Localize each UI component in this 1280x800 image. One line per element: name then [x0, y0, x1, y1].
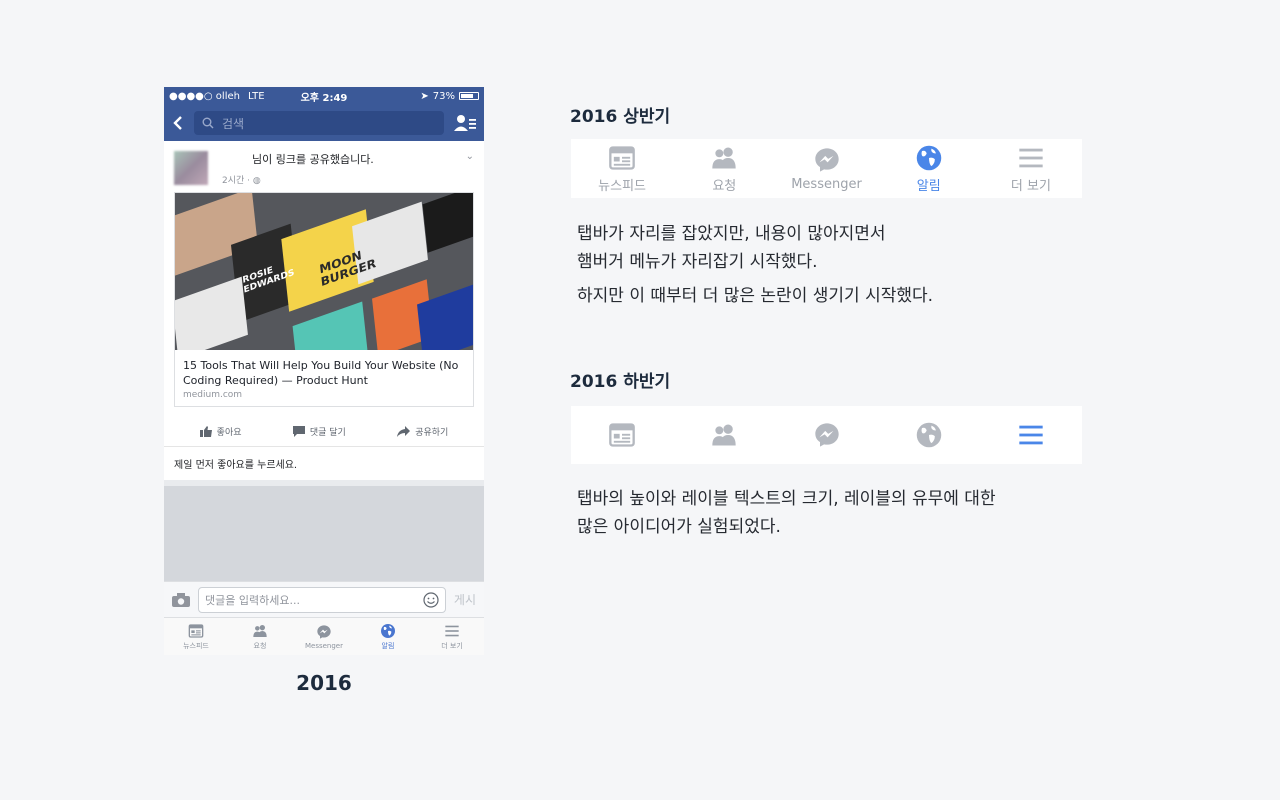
tab-messenger[interactable]: Messenger: [775, 139, 877, 198]
share-icon: [397, 426, 411, 437]
messenger-icon: [316, 624, 332, 640]
tab-newsfeed[interactable]: [571, 406, 673, 464]
globe-small-icon: ◍: [252, 176, 261, 186]
comment-icon: [292, 426, 305, 437]
globe-icon: [915, 144, 943, 172]
description-h1-line1: 탭바가 자리를 잡았지만, 내용이 많아지면서: [577, 224, 886, 244]
friends-icon: [252, 623, 268, 639]
tab-friends[interactable]: 요청: [673, 139, 775, 198]
network-label: LTE: [247, 90, 265, 102]
tab-label: 더 보기: [1010, 178, 1051, 194]
share-label: 공유하기: [415, 428, 449, 438]
feed-post: 님이 링크를 공유했습니다. 2시간 · ◍ ⌄ MOON BURGER ROS…: [164, 141, 484, 480]
description-h2-line2: 많은 아이디어가 실험되었다.: [577, 517, 781, 537]
tab-globe[interactable]: [878, 406, 980, 464]
tab-label: 요청: [253, 641, 267, 650]
section-title-h1: 2016 상반기: [570, 107, 671, 127]
camera-icon[interactable]: [172, 592, 190, 607]
tab-label: Messenger: [791, 176, 862, 192]
tab-messenger[interactable]: [775, 406, 877, 464]
section-title-h2: 2016 하반기: [570, 372, 671, 392]
comment-input[interactable]: 댓글을 입력하세요...: [198, 586, 446, 613]
menu-icon: [1017, 144, 1045, 172]
tab-messenger[interactable]: Messenger: [292, 618, 356, 655]
search-icon: [202, 117, 214, 129]
tab-label: 알림: [381, 641, 395, 650]
link-title: 15 Tools That Will Help You Build Your W…: [183, 359, 459, 387]
tab-label: 뉴스피드: [598, 178, 647, 194]
tab-menu[interactable]: 더 보기: [420, 618, 484, 655]
tab-globe[interactable]: 알림: [356, 618, 420, 655]
tab-globe[interactable]: 알림: [878, 139, 980, 198]
tabbar-sample-h2: [571, 406, 1082, 464]
back-icon[interactable]: [172, 115, 184, 131]
tab-newsfeed[interactable]: 뉴스피드: [571, 139, 673, 198]
carrier-label: ●●●●○ olleh: [169, 90, 240, 102]
menu-icon: [1017, 421, 1045, 449]
top-nav: 검색: [164, 105, 484, 141]
tab-friends[interactable]: 요청: [228, 618, 292, 655]
status-bar: ●●●●○ olleh LTE 오후 2:49 ➤ 73%: [164, 87, 484, 105]
globe-icon: [380, 623, 396, 639]
tab-menu[interactable]: 더 보기: [980, 139, 1082, 198]
search-placeholder: 검색: [222, 116, 245, 131]
link-image: MOON BURGER ROSIE EDWARDS: [175, 193, 473, 350]
newsfeed-icon: [608, 144, 636, 172]
post-actions: 좋아요 댓글 달기 공유하기: [164, 407, 484, 447]
description-h2-line1: 탭바의 높이와 레이블 텍스트의 크기, 레이블의 유무에 대한: [577, 489, 996, 509]
avatar[interactable]: [174, 151, 208, 185]
phone-mockup: ●●●●○ olleh LTE 오후 2:49 ➤ 73% 검색 님이 링크를 …: [164, 87, 484, 655]
thumbs-up-icon: [199, 426, 212, 437]
first-like-prompt: 제일 먼저 좋아요를 누르세요.: [164, 447, 484, 480]
empty-area: [164, 486, 484, 581]
location-icon: ➤: [420, 90, 429, 102]
description-h1-line3: 하지만 이 때부터 더 많은 논란이 생기기 시작했다.: [577, 286, 934, 306]
post-time: 2시간 ·: [222, 176, 253, 186]
like-button[interactable]: 좋아요: [199, 425, 242, 438]
search-input[interactable]: 검색: [194, 111, 444, 135]
post-header-text: 님이 링크를 공유했습니다.: [252, 153, 374, 166]
description-h1-line2: 햄버거 메뉴가 자리잡기 시작했다.: [577, 252, 818, 272]
tab-label: 알림: [916, 178, 941, 194]
friend-list-icon[interactable]: [454, 114, 476, 132]
tab-label: Messenger: [304, 641, 343, 650]
friends-icon: [710, 144, 738, 172]
messenger-icon: [813, 146, 841, 174]
newsfeed-icon: [188, 623, 204, 639]
share-button[interactable]: 공유하기: [397, 425, 448, 438]
tab-newsfeed[interactable]: 뉴스피드: [164, 618, 228, 655]
clock: 오후 2:49: [300, 92, 348, 104]
battery-percent: 73%: [432, 90, 455, 102]
comment-placeholder: 댓글을 입력하세요...: [205, 593, 300, 607]
year-label: 2016: [296, 671, 352, 695]
like-label: 좋아요: [216, 428, 242, 438]
emoji-icon[interactable]: [423, 591, 439, 608]
chevron-down-icon[interactable]: ⌄: [466, 151, 474, 162]
newsfeed-icon: [608, 421, 636, 449]
description-h1: 탭바가 자리를 잡았지만, 내용이 많아지면서 햄버거 메뉴가 자리잡기 시작했…: [577, 220, 933, 310]
menu-icon: [444, 623, 460, 639]
tab-friends[interactable]: [673, 406, 775, 464]
comment-bar: 댓글을 입력하세요... 게시: [164, 581, 484, 617]
tabbar-sample-h1: 뉴스피드 요청 Messenger 알림 더 보기: [571, 139, 1082, 198]
friends-icon: [710, 421, 738, 449]
comment-button[interactable]: 댓글 달기: [292, 425, 346, 438]
link-preview[interactable]: MOON BURGER ROSIE EDWARDS 15 Tools That …: [174, 192, 474, 407]
battery-icon: [458, 92, 479, 100]
link-domain: medium.com: [183, 390, 243, 400]
tab-label: 더 보기: [441, 641, 463, 650]
description-h2: 탭바의 높이와 레이블 텍스트의 크기, 레이블의 유무에 대한 많은 아이디어…: [577, 485, 996, 541]
globe-icon: [915, 421, 943, 449]
comment-label: 댓글 달기: [309, 428, 346, 438]
phone-tab-bar: 뉴스피드 요청 Messenger 알림 더 보기: [164, 617, 484, 655]
tab-label: 요청: [712, 178, 737, 194]
messenger-icon: [813, 421, 841, 449]
post-button[interactable]: 게시: [454, 591, 476, 608]
tab-menu[interactable]: [980, 406, 1082, 464]
tab-label: 뉴스피드: [183, 641, 209, 650]
